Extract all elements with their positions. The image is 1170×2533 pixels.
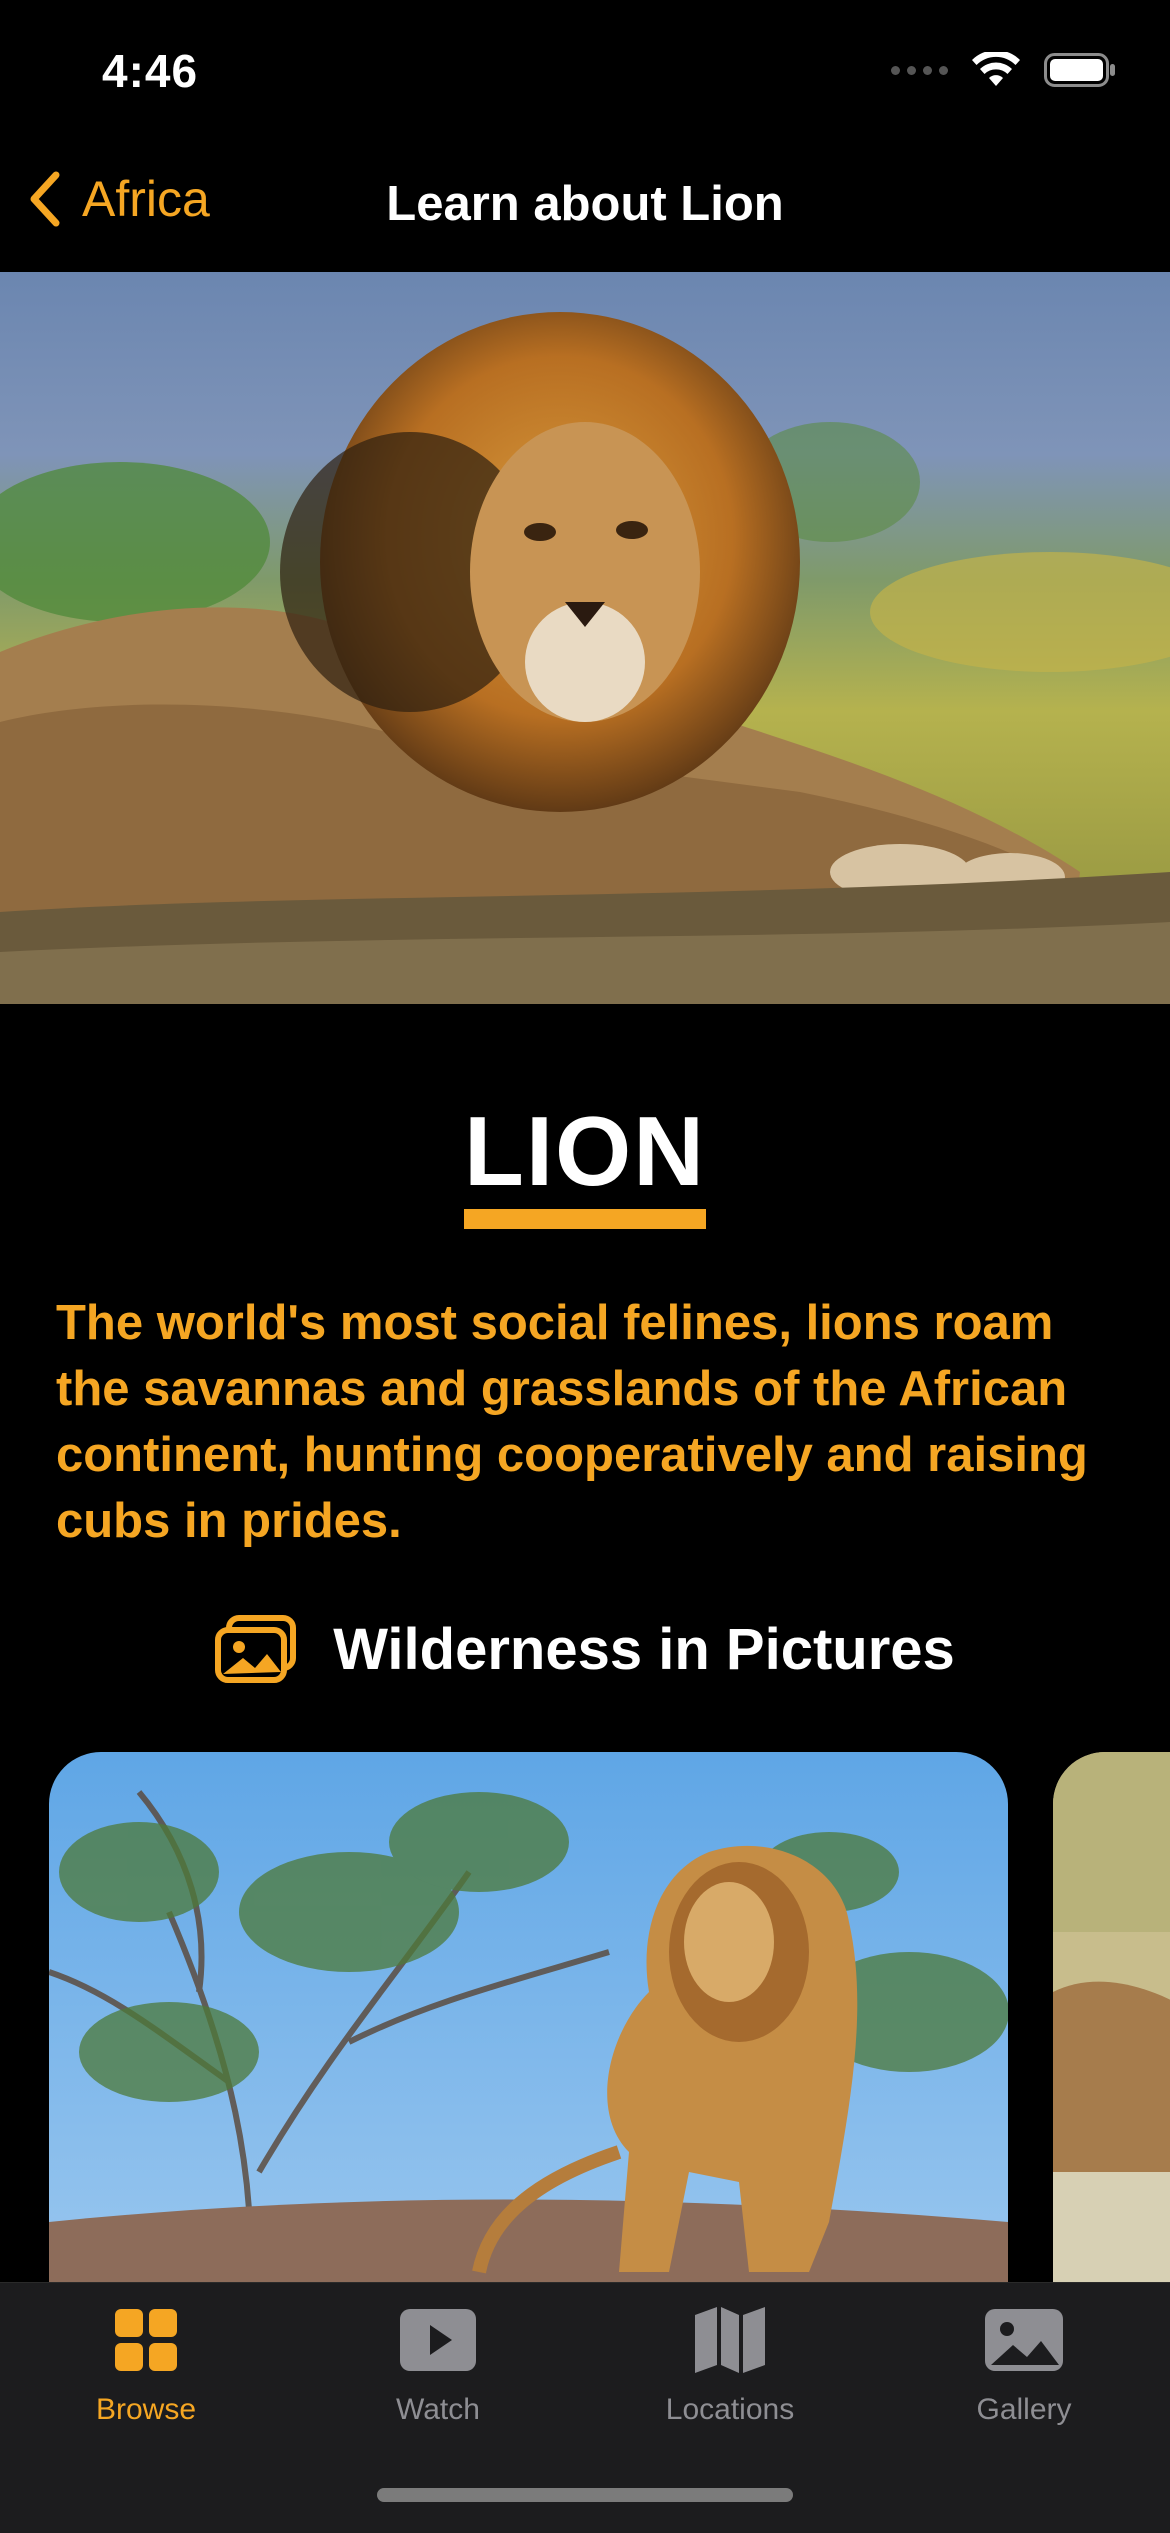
- title-underline: [464, 1209, 706, 1229]
- signal-icon: [891, 65, 948, 75]
- nav-title: Learn about Lion: [386, 177, 784, 231]
- status-icons: [891, 52, 1116, 88]
- tab-watch[interactable]: Watch: [338, 2303, 538, 2427]
- gallery-image: [1053, 1752, 1170, 2312]
- hero-image: [0, 272, 1170, 1004]
- tab-label: Watch: [396, 2393, 480, 2426]
- photo-icon: [985, 2309, 1063, 2371]
- tab-locations[interactable]: Locations: [630, 2303, 830, 2427]
- gallery-card[interactable]: [1053, 1752, 1170, 2312]
- section-title: Wilderness in Pictures: [333, 1616, 955, 1682]
- animal-description: The world's most social felines, lions r…: [56, 1296, 1088, 1548]
- gallery-card[interactable]: [49, 1752, 1008, 2312]
- tab-browse[interactable]: Browse: [46, 2303, 246, 2427]
- play-icon: [400, 2309, 476, 2371]
- gallery-section-header: Wilderness in Pictures: [0, 1614, 1170, 1684]
- grid-icon: [115, 2309, 177, 2371]
- tab-label: Locations: [665, 2393, 795, 2426]
- tab-label: Browse: [95, 2393, 197, 2426]
- map-icon: [695, 2307, 765, 2373]
- home-indicator[interactable]: [377, 2488, 793, 2502]
- animal-name: LION: [463, 1096, 707, 1206]
- tab-gallery[interactable]: Gallery: [924, 2303, 1124, 2427]
- tab-label: Gallery: [976, 2393, 1072, 2426]
- wifi-icon: [972, 52, 1020, 86]
- status-time: 4:46: [102, 45, 199, 97]
- battery-icon: [1044, 53, 1115, 87]
- photo-stack-icon: [215, 1615, 297, 1683]
- gallery-image: [49, 1752, 1008, 2312]
